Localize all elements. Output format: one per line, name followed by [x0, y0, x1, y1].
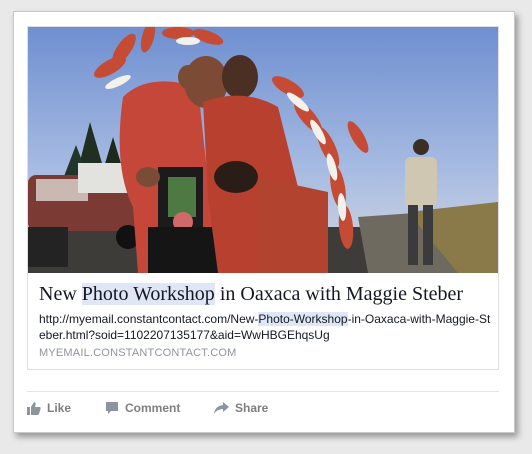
- share-label: Share: [235, 401, 269, 415]
- link-preview-domain: MYEMAIL.CONSTANTCONTACT.COM: [39, 347, 237, 359]
- action-bar: Like Comment Share: [27, 398, 499, 418]
- link-preview-url[interactable]: http://myemail.constantcontact.com/New-P…: [39, 311, 491, 343]
- link-preview[interactable]: New Photo Workshop in Oaxaca with Maggie…: [27, 26, 499, 370]
- comment-button[interactable]: Comment: [105, 398, 180, 418]
- thumbs-up-icon: [27, 402, 41, 415]
- like-label: Like: [47, 401, 72, 415]
- url-highlight: Photo-Workshop: [258, 312, 348, 326]
- action-bar-divider: [27, 391, 499, 392]
- share-button[interactable]: Share: [214, 398, 268, 418]
- like-button[interactable]: Like: [27, 398, 71, 418]
- link-preview-title[interactable]: New Photo Workshop in Oaxaca with Maggie…: [39, 281, 494, 307]
- url-part: http://myemail.constantcontact.com/New-: [39, 312, 259, 326]
- title-highlight: Photo Workshop: [81, 283, 215, 305]
- title-part: New: [39, 283, 82, 305]
- link-preview-image[interactable]: [28, 27, 498, 273]
- share-arrow-icon: [214, 402, 229, 414]
- comment-label: Comment: [125, 401, 181, 415]
- shared-post-card: New Photo Workshop in Oaxaca with Maggie…: [13, 11, 515, 433]
- title-part: in Oaxaca with Maggie Steber: [214, 283, 464, 305]
- comment-icon: [106, 402, 118, 414]
